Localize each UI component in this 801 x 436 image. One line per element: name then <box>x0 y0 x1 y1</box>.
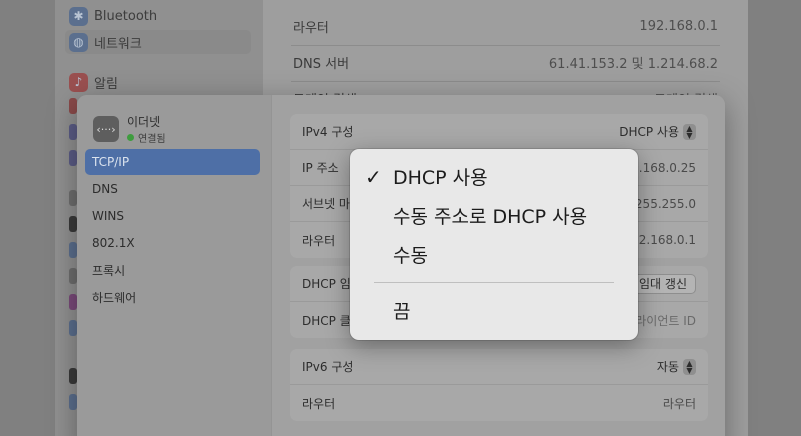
tab-hardware[interactable]: 하드웨어 <box>85 284 260 310</box>
ipv4-config-menu: ✓ DHCP 사용 수동 주소로 DHCP 사용 수동 끔 <box>350 149 638 340</box>
control-center-icon <box>69 268 77 284</box>
focus-icon <box>69 124 77 140</box>
sheet-sidebar: ‹···› 이더넷 연결됨 TCP/IP DNS WINS 802.1X 프록시… <box>77 95 271 436</box>
menu-item-dhcp-manual[interactable]: 수동 주소로 DHCP 사용 <box>350 196 638 235</box>
tab-proxy[interactable]: 프록시 <box>85 257 260 283</box>
siri-icon <box>69 294 77 310</box>
tab-8021x[interactable]: 802.1X <box>85 230 260 256</box>
general-icon <box>69 190 77 206</box>
renew-lease-button[interactable]: 임대 갱신 <box>630 273 696 294</box>
bluetooth-icon: ✱ <box>69 6 88 26</box>
interface-status: 연결됨 <box>127 130 166 145</box>
tab-wins[interactable]: WINS <box>85 203 260 229</box>
interface-name: 이더넷 <box>127 115 161 129</box>
up-down-chevron-icon: ▲ ▼ <box>683 123 696 140</box>
ipv6-group: IPv6 구성 자동 ▲ ▼ 라우터 라우터 <box>290 349 708 421</box>
ipv4-config-popup[interactable]: DHCP 사용 ▲ ▼ <box>619 123 696 140</box>
ipv6-router-row: 라우터 라우터 <box>302 396 696 411</box>
checkmark-icon: ✓ <box>365 165 382 189</box>
sidebar-item-network[interactable]: ◍ 네트워크 <box>65 30 251 54</box>
menu-separator <box>374 282 614 283</box>
menu-item-dhcp[interactable]: ✓ DHCP 사용 <box>350 157 638 196</box>
interface-header: ‹···› 이더넷 연결됨 <box>93 113 166 145</box>
sidebar-item-bluetooth[interactable]: ✱ Bluetooth <box>65 4 251 28</box>
sidebar-item-label: Bluetooth <box>94 8 158 24</box>
appearance-icon <box>69 216 77 232</box>
sidebar-item-notifications[interactable]: ♪ 알림 <box>65 70 251 94</box>
desktop-icon <box>69 368 77 384</box>
screen-time-icon <box>69 150 77 166</box>
connected-dot-icon <box>127 134 134 141</box>
sidebar-item-label: 알림 <box>94 76 118 92</box>
globe-icon: ◍ <box>69 32 88 52</box>
dns-server-row: DNS 서버 61.41.153.2 및 1.214.68.2 <box>293 56 718 72</box>
ethernet-icon: ‹···› <box>93 116 119 142</box>
bell-icon: ♪ <box>69 72 88 92</box>
ipv6-config-row: IPv6 구성 자동 ▲ ▼ <box>290 349 708 385</box>
menu-item-off[interactable]: 끔 <box>350 291 638 330</box>
ipv6-config-popup[interactable]: 자동 ▲ ▼ <box>657 358 696 375</box>
tab-tcpip[interactable]: TCP/IP <box>85 149 260 175</box>
tab-dns[interactable]: DNS <box>85 176 260 202</box>
displays-icon <box>69 394 77 410</box>
ipv4-config-row: IPv4 구성 DHCP 사용 ▲ ▼ <box>290 114 708 150</box>
accessibility-icon <box>69 242 77 258</box>
up-down-chevron-icon: ▲ ▼ <box>683 358 696 375</box>
sidebar-item-label: 네트워크 <box>94 36 142 52</box>
privacy-icon <box>69 320 77 336</box>
sound-icon <box>69 98 77 114</box>
menu-item-manual[interactable]: 수동 <box>350 235 638 274</box>
router-row: 라우터 192.168.0.1 <box>293 18 718 36</box>
